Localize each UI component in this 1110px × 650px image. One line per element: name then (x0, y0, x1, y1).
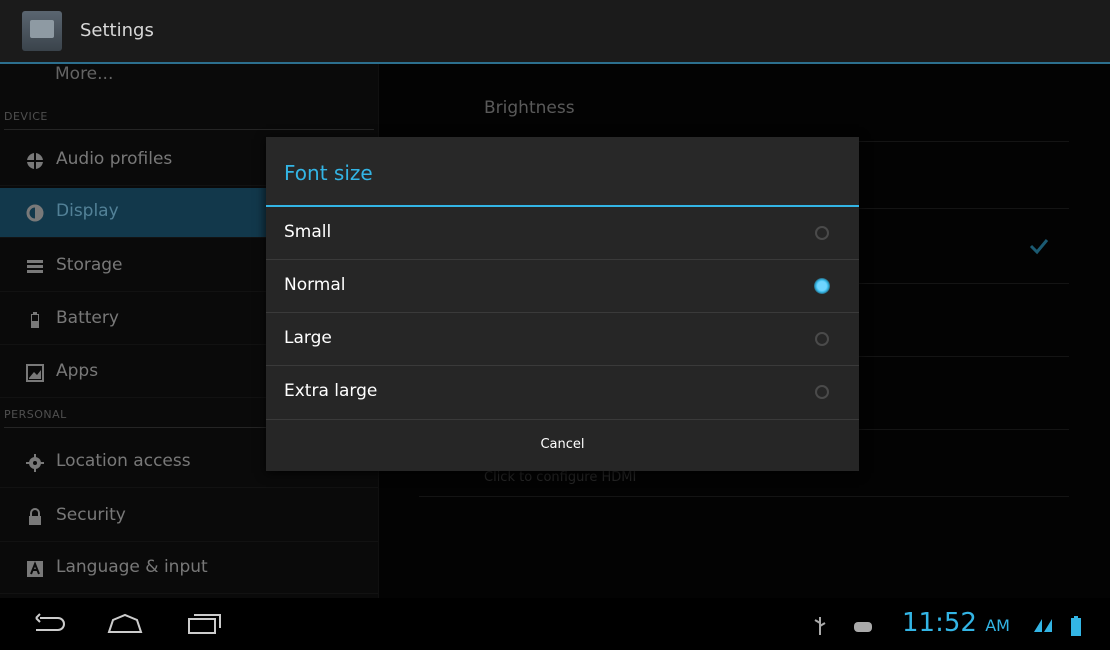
cancel-button[interactable]: Cancel (266, 419, 859, 471)
radio-unselected-icon[interactable] (815, 332, 829, 346)
signal-icon (1034, 619, 1052, 632)
font-size-dialog: Font size Small Normal Large Extra large… (266, 137, 859, 471)
settings-app-icon[interactable] (22, 11, 62, 51)
home-icon[interactable] (105, 612, 145, 636)
radio-selected-icon[interactable] (814, 278, 830, 294)
clock: 11:52 AM (902, 608, 1010, 638)
font-size-option-extra-large[interactable]: Extra large (266, 366, 859, 419)
battery-status-icon (1071, 616, 1081, 636)
option-label: Normal (284, 275, 346, 295)
radio-unselected-icon[interactable] (815, 385, 829, 399)
app-title: Settings (80, 20, 154, 41)
option-label: Small (284, 222, 332, 242)
dialog-title: Font size (284, 161, 373, 185)
back-icon[interactable] (30, 612, 70, 636)
usb-icon (814, 617, 826, 635)
android-debug-icon (854, 622, 872, 632)
font-size-option-large[interactable]: Large (266, 313, 859, 366)
recent-apps-icon[interactable] (185, 612, 225, 636)
font-size-option-normal[interactable]: Normal (266, 260, 859, 313)
font-size-option-small[interactable]: Small (266, 207, 859, 260)
dialog-header: Font size (266, 137, 859, 207)
action-bar: Settings (0, 0, 1110, 64)
option-label: Large (284, 328, 332, 348)
system-navigation-bar: 11:52 AM (0, 598, 1110, 650)
option-label: Extra large (284, 381, 378, 401)
radio-unselected-icon[interactable] (815, 226, 829, 240)
